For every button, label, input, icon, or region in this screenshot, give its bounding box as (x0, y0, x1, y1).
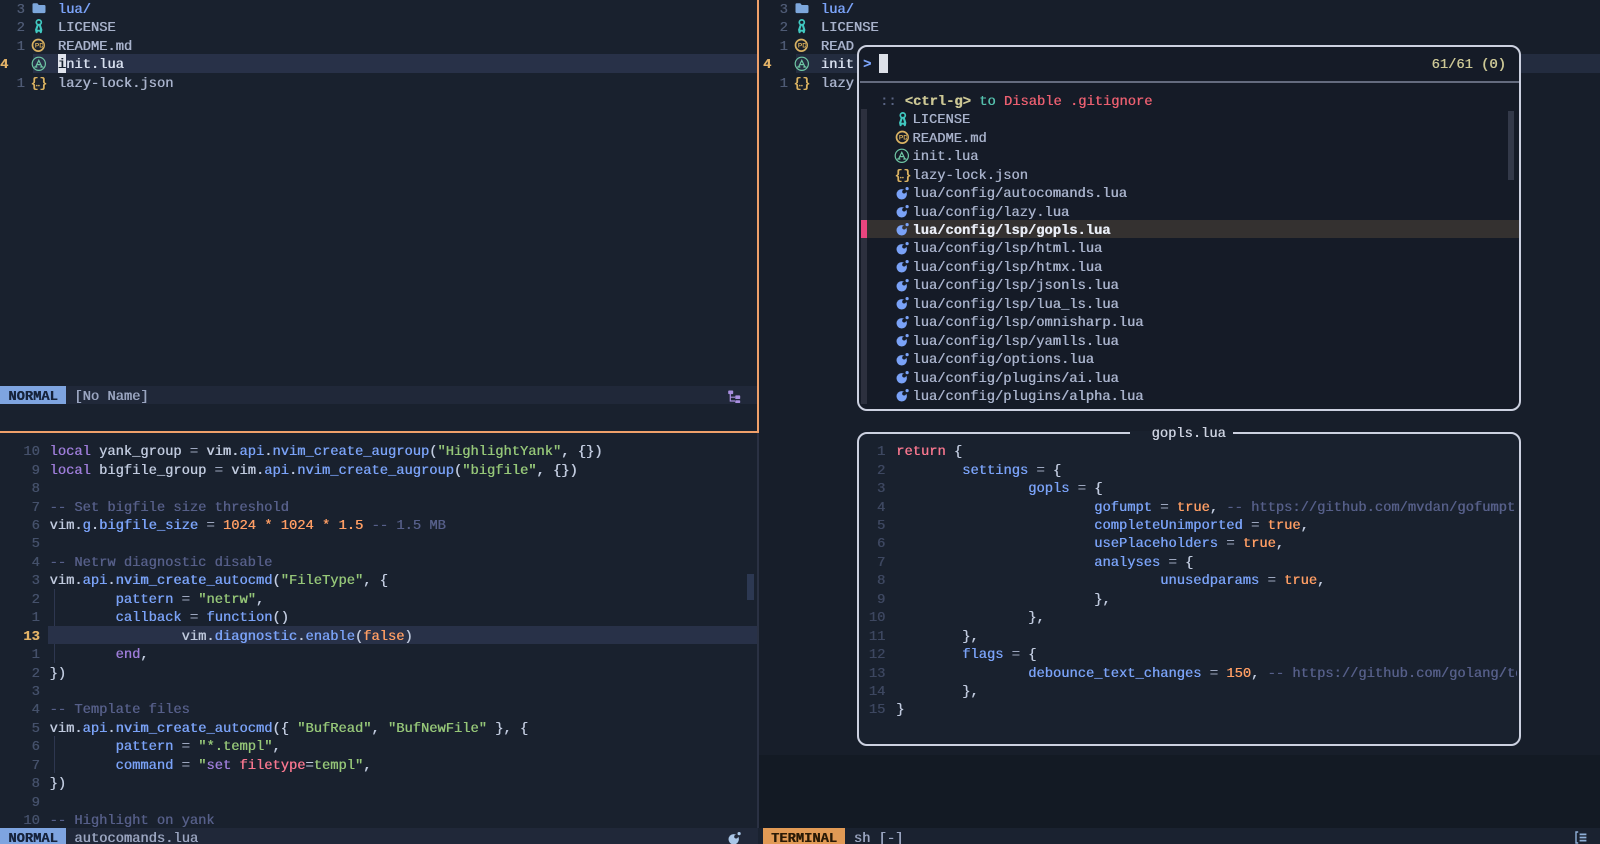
svg-text:{: { (31, 75, 39, 89)
svg-text:{: { (895, 168, 903, 182)
svg-text:PD: PD (898, 135, 907, 142)
svg-text:PD: PD (35, 42, 44, 49)
svg-text:}: } (903, 168, 911, 182)
svg-text:}: } (802, 75, 810, 89)
svg-text:PD: PD (798, 42, 807, 49)
svg-text:{: { (794, 75, 802, 89)
svg-text:}: } (39, 75, 47, 89)
